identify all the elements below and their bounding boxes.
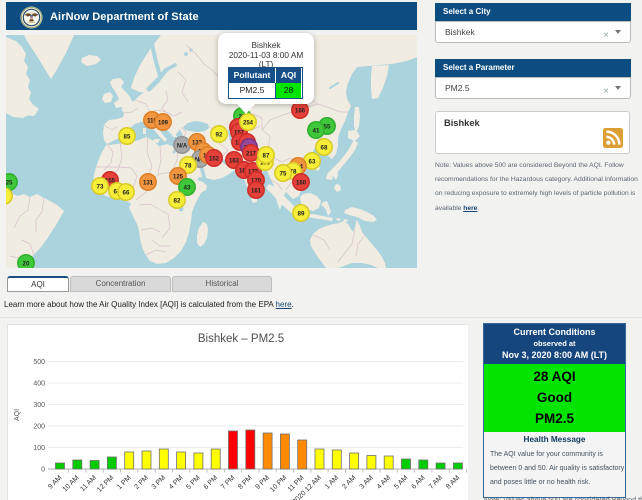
svg-text:92: 92 bbox=[216, 131, 223, 138]
svg-text:100: 100 bbox=[33, 445, 45, 452]
svg-text:500: 500 bbox=[33, 359, 45, 366]
svg-text:0: 0 bbox=[41, 467, 45, 474]
svg-text:300: 300 bbox=[33, 402, 45, 409]
svg-text:254: 254 bbox=[243, 120, 254, 126]
svg-text:63: 63 bbox=[309, 158, 316, 165]
svg-text:131: 131 bbox=[143, 180, 154, 186]
svg-text:109: 109 bbox=[158, 120, 169, 126]
svg-text:85: 85 bbox=[124, 133, 131, 140]
svg-text:400: 400 bbox=[33, 381, 45, 388]
svg-text:Bishkek – PM2.5: Bishkek – PM2.5 bbox=[198, 333, 284, 345]
svg-text:43: 43 bbox=[184, 184, 191, 191]
svg-text:89: 89 bbox=[298, 210, 305, 217]
svg-text:152: 152 bbox=[209, 156, 220, 162]
svg-text:25: 25 bbox=[6, 179, 13, 186]
svg-text:217: 217 bbox=[246, 151, 257, 157]
svg-text:68: 68 bbox=[321, 144, 328, 151]
svg-text:82: 82 bbox=[174, 197, 181, 204]
svg-text:20: 20 bbox=[23, 260, 30, 267]
svg-text:166: 166 bbox=[295, 108, 306, 114]
svg-text:87: 87 bbox=[263, 152, 270, 159]
svg-text:AQI: AQI bbox=[14, 409, 21, 421]
svg-text:41: 41 bbox=[313, 127, 320, 134]
svg-text:66: 66 bbox=[123, 189, 130, 196]
svg-text:160: 160 bbox=[296, 180, 307, 186]
svg-text:73: 73 bbox=[97, 183, 104, 190]
svg-text:125: 125 bbox=[173, 174, 184, 180]
svg-text:75: 75 bbox=[280, 170, 287, 177]
svg-text:200: 200 bbox=[33, 424, 45, 431]
svg-text:N/A: N/A bbox=[177, 143, 188, 149]
svg-text:161: 161 bbox=[251, 188, 262, 194]
svg-text:78: 78 bbox=[185, 162, 192, 169]
